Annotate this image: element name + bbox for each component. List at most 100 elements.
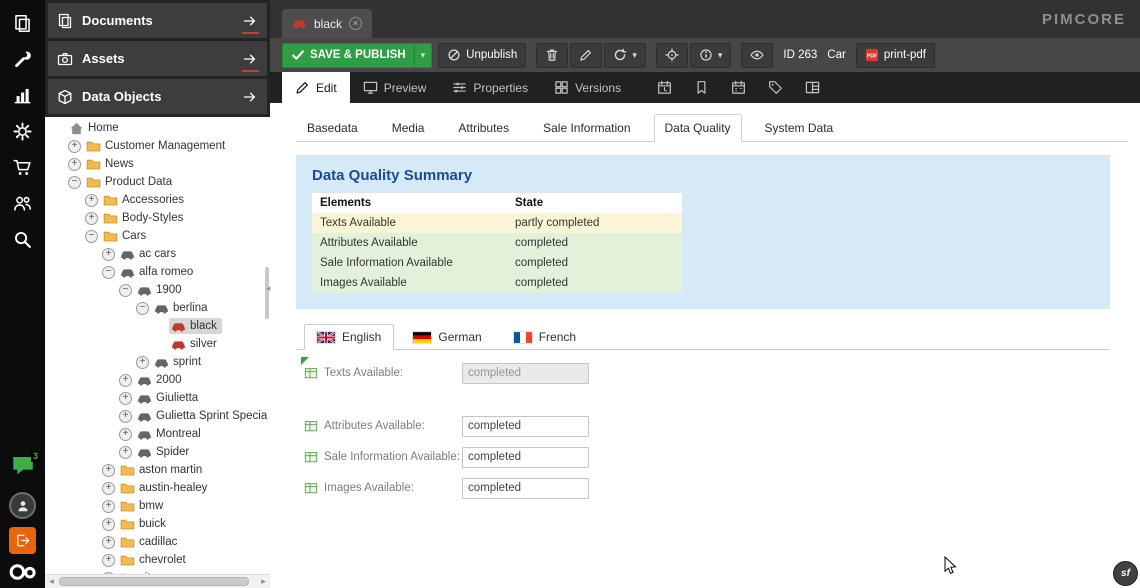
tree-plus-toggle[interactable]: + bbox=[102, 572, 115, 575]
tree-item-chevrolet[interactable]: +chevrolet bbox=[45, 551, 270, 569]
close-tab-icon[interactable]: × bbox=[349, 17, 362, 30]
locate-in-tree-button[interactable] bbox=[656, 43, 688, 68]
edit-tab-tag[interactable] bbox=[757, 72, 794, 103]
scrollbar-thumb[interactable] bbox=[59, 577, 249, 586]
tree-item-cadillac[interactable]: +cadillac bbox=[45, 533, 270, 551]
tree-plus-toggle[interactable]: + bbox=[119, 374, 132, 387]
tree-item-customer-management[interactable]: +Customer Management bbox=[45, 137, 270, 155]
tree-plus-toggle[interactable]: + bbox=[102, 248, 115, 261]
tree-plus-toggle[interactable]: + bbox=[102, 482, 115, 495]
edit-tab-schedule[interactable] bbox=[646, 72, 683, 103]
tree-plus-toggle[interactable]: + bbox=[102, 500, 115, 513]
attributes-available-input[interactable] bbox=[462, 416, 589, 437]
edit-tab-preview[interactable]: Preview bbox=[350, 72, 440, 103]
tree-minus-toggle[interactable]: − bbox=[102, 266, 115, 279]
unpublish-button[interactable]: Unpublish bbox=[438, 43, 526, 68]
edit-tab-edit[interactable]: Edit bbox=[282, 72, 350, 103]
notifications-button[interactable]: 3 bbox=[0, 448, 45, 484]
tree-item-aston-martin[interactable]: +aston martin bbox=[45, 461, 270, 479]
users-rail-button[interactable] bbox=[0, 185, 45, 221]
profile-button[interactable] bbox=[9, 492, 36, 519]
info-button[interactable]: ▾ bbox=[690, 43, 732, 68]
tree-plus-toggle[interactable]: + bbox=[102, 554, 115, 567]
save-options-caret[interactable]: ▾ bbox=[414, 43, 433, 68]
tree-plus-toggle[interactable]: + bbox=[136, 356, 149, 369]
tree-item-montreal[interactable]: +Montreal bbox=[45, 425, 270, 443]
language-tab-german[interactable]: German bbox=[400, 324, 494, 350]
tree-item-berlina[interactable]: −berlina bbox=[45, 299, 270, 317]
tree-item-ac-cars[interactable]: +ac cars bbox=[45, 245, 270, 263]
panel-header-assets[interactable]: Assets bbox=[48, 41, 267, 76]
scroll-left-arrow[interactable]: ◂ bbox=[45, 576, 58, 587]
edit-tab-calendar[interactable] bbox=[720, 72, 757, 103]
tree-item-accessories[interactable]: +Accessories bbox=[45, 191, 270, 209]
tree-plus-toggle[interactable]: + bbox=[119, 446, 132, 459]
tree-plus-toggle[interactable]: + bbox=[85, 212, 98, 225]
tree-minus-toggle[interactable]: − bbox=[68, 176, 81, 189]
layout-tab-sale-information[interactable]: Sale Information bbox=[532, 114, 641, 142]
tree-item-austin-healey[interactable]: +austin-healey bbox=[45, 479, 270, 497]
panel-header-data-objects[interactable]: Data Objects bbox=[48, 79, 267, 114]
delete-button[interactable] bbox=[536, 43, 568, 68]
tree-minus-toggle[interactable]: − bbox=[119, 284, 132, 297]
rename-button[interactable] bbox=[570, 43, 602, 68]
chart-rail-button[interactable] bbox=[0, 77, 45, 113]
layout-tab-attributes[interactable]: Attributes bbox=[447, 114, 520, 142]
scroll-right-arrow[interactable]: ▸ bbox=[257, 576, 270, 587]
save-publish-button[interactable]: SAVE & PUBLISH bbox=[282, 43, 415, 68]
images-available-input[interactable] bbox=[462, 478, 589, 499]
tree-plus-toggle[interactable]: + bbox=[102, 464, 115, 477]
tree-item-1900[interactable]: −1900 bbox=[45, 281, 270, 299]
open-tab-black[interactable]: black × bbox=[282, 9, 372, 38]
layout-tab-basedata[interactable]: Basedata bbox=[296, 114, 369, 142]
sidebar-collapse-handle[interactable]: ◄ bbox=[264, 284, 272, 293]
tree-item-cars[interactable]: −Cars bbox=[45, 227, 270, 245]
symfony-debug-badge[interactable]: sf bbox=[1113, 561, 1138, 586]
tree-minus-toggle[interactable]: − bbox=[136, 302, 149, 315]
cart-rail-button[interactable] bbox=[0, 149, 45, 185]
tree-item-silver[interactable]: silver bbox=[45, 335, 270, 353]
language-tab-english[interactable]: English bbox=[304, 324, 394, 350]
tree-item-citroen[interactable]: +citroen bbox=[45, 569, 270, 574]
tree-item-giulietta[interactable]: +Giulietta bbox=[45, 389, 270, 407]
pages-rail-button[interactable] bbox=[0, 5, 45, 41]
wrench-rail-button[interactable] bbox=[0, 41, 45, 77]
layout-tab-media[interactable]: Media bbox=[381, 114, 436, 142]
layout-tab-system-data[interactable]: System Data bbox=[754, 114, 845, 142]
edit-tab-versions[interactable]: Versions bbox=[541, 72, 634, 103]
logout-button[interactable] bbox=[9, 527, 36, 554]
tree-item-sprint[interactable]: +sprint bbox=[45, 353, 270, 371]
edit-tab-columns[interactable] bbox=[794, 72, 831, 103]
tree-plus-toggle[interactable]: + bbox=[85, 194, 98, 207]
search-rail-button[interactable] bbox=[0, 221, 45, 257]
tree-item-home[interactable]: Home bbox=[45, 119, 270, 137]
tree-item-alfa-romeo[interactable]: −alfa romeo bbox=[45, 263, 270, 281]
language-tab-french[interactable]: French bbox=[501, 324, 589, 350]
tree-item-2000[interactable]: +2000 bbox=[45, 371, 270, 389]
tree-item-buick[interactable]: +buick bbox=[45, 515, 270, 533]
reload-button[interactable]: ▾ bbox=[604, 43, 646, 68]
open-preview-button[interactable] bbox=[741, 43, 773, 68]
tree-item-black[interactable]: black bbox=[45, 317, 270, 335]
tree-item-gulietta-sprint-specia[interactable]: +Gulietta Sprint Specia bbox=[45, 407, 270, 425]
tree-item-news[interactable]: +News bbox=[45, 155, 270, 173]
tree-item-bmw[interactable]: +bmw bbox=[45, 497, 270, 515]
edit-tab-properties[interactable]: Properties bbox=[439, 72, 541, 103]
gear-rail-button[interactable] bbox=[0, 113, 45, 149]
tree-item-body-styles[interactable]: +Body-Styles bbox=[45, 209, 270, 227]
tree-minus-toggle[interactable]: − bbox=[85, 230, 98, 243]
tree-plus-toggle[interactable]: + bbox=[102, 536, 115, 549]
edit-tab-bookmark[interactable] bbox=[683, 72, 720, 103]
tree-plus-toggle[interactable]: + bbox=[119, 410, 132, 423]
print-pdf-button[interactable]: PDF print-pdf bbox=[856, 43, 935, 68]
sale-information-available-input[interactable] bbox=[462, 447, 589, 468]
tree-horizontal-scrollbar[interactable]: ◂ ▸ bbox=[45, 574, 270, 588]
tree-plus-toggle[interactable]: + bbox=[68, 158, 81, 171]
tree-plus-toggle[interactable]: + bbox=[102, 518, 115, 531]
tree-item-spider[interactable]: +Spider bbox=[45, 443, 270, 461]
tree-item-product-data[interactable]: −Product Data bbox=[45, 173, 270, 191]
tree-vertical-scrollbar-thumb[interactable] bbox=[265, 267, 269, 319]
tree-plus-toggle[interactable]: + bbox=[68, 140, 81, 153]
tree-plus-toggle[interactable]: + bbox=[119, 428, 132, 441]
panel-header-documents[interactable]: Documents bbox=[48, 3, 267, 38]
